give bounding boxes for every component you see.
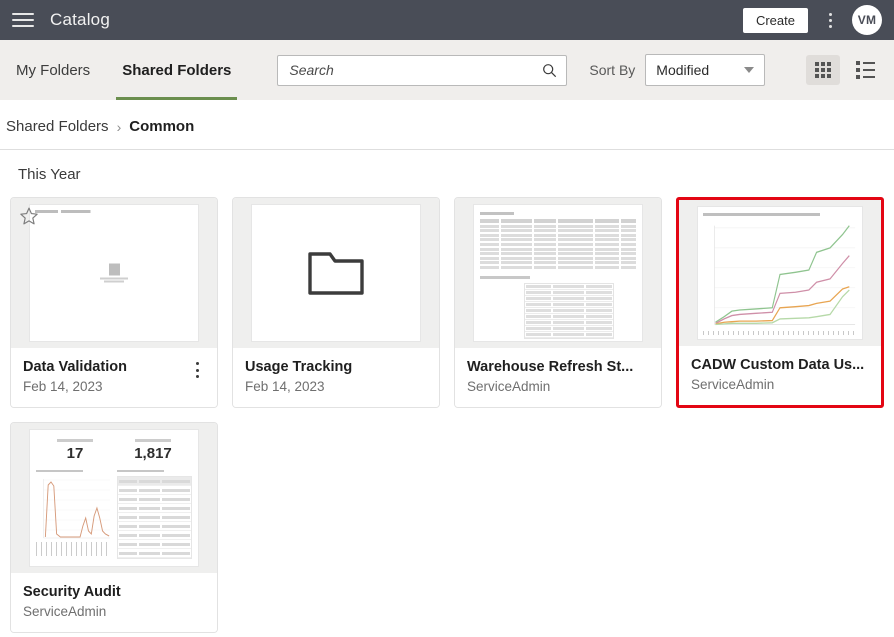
card-subtitle: Feb 14, 2023 xyxy=(23,379,189,394)
kebab-dot xyxy=(829,19,832,22)
hamburger-bar xyxy=(12,19,34,21)
card-footer: CADW Custom Data Us... ServiceAdmin xyxy=(679,346,881,405)
mini-dashboard-table xyxy=(117,470,192,561)
hamburger-bar xyxy=(12,25,34,27)
breadcrumb-current: Common xyxy=(129,118,194,135)
kpi-tile: 1,817 xyxy=(114,436,192,461)
grid-view-icon[interactable] xyxy=(806,55,840,85)
card-footer: Usage Tracking Feb 14, 2023 xyxy=(233,348,439,407)
folder-tabs: My Folders Shared Folders xyxy=(0,40,247,100)
card-footer: Warehouse Refresh St... ServiceAdmin xyxy=(455,348,661,407)
sort-by-value: Modified xyxy=(656,62,709,78)
catalog-card-cadw-custom-data-usage[interactable]: CADW Custom Data Us... ServiceAdmin xyxy=(676,197,884,408)
tab-label: Shared Folders xyxy=(122,62,231,79)
card-kebab-menu-icon[interactable] xyxy=(189,362,205,378)
card-thumbnail-area xyxy=(233,198,439,348)
card-title: Security Audit xyxy=(23,584,205,600)
thumbnail-kpi-dashboard: 17 1,817 xyxy=(29,429,199,567)
chevron-down-icon xyxy=(744,67,754,73)
card-subtitle: ServiceAdmin xyxy=(23,604,205,619)
catalog-card-data-validation[interactable]: Data Validation Feb 14, 2023 xyxy=(10,197,218,408)
hamburger-bar xyxy=(12,13,34,15)
card-subtitle: Feb 14, 2023 xyxy=(245,379,427,394)
list-glyph xyxy=(856,61,875,79)
header-actions: Create VM xyxy=(743,5,882,35)
mini-spike-chart-svg xyxy=(36,476,111,542)
card-thumbnail-area xyxy=(11,198,217,348)
tab-my-folders[interactable]: My Folders xyxy=(0,40,106,100)
kpi-value: 1,817 xyxy=(114,446,192,461)
kebab-dot xyxy=(829,13,832,16)
catalog-card-warehouse-refresh-status[interactable]: Warehouse Refresh St... ServiceAdmin xyxy=(454,197,662,408)
kebab-menu-icon[interactable] xyxy=(821,8,839,32)
card-thumbnail-area xyxy=(679,200,881,346)
card-title: Warehouse Refresh St... xyxy=(467,359,649,375)
card-subtitle: ServiceAdmin xyxy=(691,377,869,392)
mini-chart-plot xyxy=(703,219,857,330)
app-header: Catalog Create VM xyxy=(0,0,894,40)
tab-shared-folders[interactable]: Shared Folders xyxy=(106,40,247,100)
favorite-star-icon[interactable] xyxy=(19,206,39,226)
thumbnail-table-report xyxy=(473,204,643,342)
thumbnail-empty-report xyxy=(29,204,199,342)
search-box[interactable] xyxy=(277,55,567,86)
chevron-right-icon: › xyxy=(117,119,122,135)
catalog-card-security-audit[interactable]: 17 1,817 xyxy=(10,422,218,633)
view-toggles xyxy=(806,55,882,85)
card-subtitle: ServiceAdmin xyxy=(467,379,649,394)
card-footer: Security Audit ServiceAdmin xyxy=(11,573,217,632)
hamburger-icon[interactable] xyxy=(10,7,36,33)
thumbnail-line-chart xyxy=(697,206,863,340)
breadcrumb-root[interactable]: Shared Folders xyxy=(6,118,109,135)
search-input[interactable] xyxy=(287,61,542,79)
card-title: Data Validation xyxy=(23,359,189,375)
mini-chart-axis xyxy=(703,331,857,335)
mini-chart-tick-labels xyxy=(36,542,111,556)
sort-by-select[interactable]: Modified xyxy=(645,54,765,86)
catalog-card-grid: Data Validation Feb 14, 2023 Usage Track… xyxy=(0,197,894,633)
create-button[interactable]: Create xyxy=(743,8,808,33)
search-icon[interactable] xyxy=(542,63,557,78)
catalog-card-usage-tracking[interactable]: Usage Tracking Feb 14, 2023 xyxy=(232,197,440,408)
mini-line-chart-svg xyxy=(703,219,857,330)
card-title: Usage Tracking xyxy=(245,359,427,375)
kpi-value: 17 xyxy=(36,446,114,461)
sort-by-label: Sort By xyxy=(589,62,635,78)
grid-glyph xyxy=(815,62,831,78)
card-title: CADW Custom Data Us... xyxy=(691,357,869,373)
kpi-row: 17 1,817 xyxy=(36,436,192,461)
card-thumbnail-area: 17 1,817 xyxy=(11,423,217,573)
thumbnail-folder xyxy=(251,204,421,342)
folder-icon xyxy=(306,248,366,298)
catalog-toolbar: My Folders Shared Folders Sort By Modifi… xyxy=(0,40,894,100)
kpi-tile: 17 xyxy=(36,436,114,461)
tab-label: My Folders xyxy=(16,62,90,79)
app-title: Catalog xyxy=(50,10,110,30)
avatar[interactable]: VM xyxy=(852,5,882,35)
list-view-icon[interactable] xyxy=(848,55,882,85)
kebab-dot xyxy=(829,25,832,28)
mini-dashboard-chart xyxy=(36,470,111,561)
card-footer: Data Validation Feb 14, 2023 xyxy=(11,348,217,407)
breadcrumb: Shared Folders › Common xyxy=(0,100,894,149)
section-title: This Year xyxy=(0,150,894,197)
card-thumbnail-area xyxy=(455,198,661,348)
